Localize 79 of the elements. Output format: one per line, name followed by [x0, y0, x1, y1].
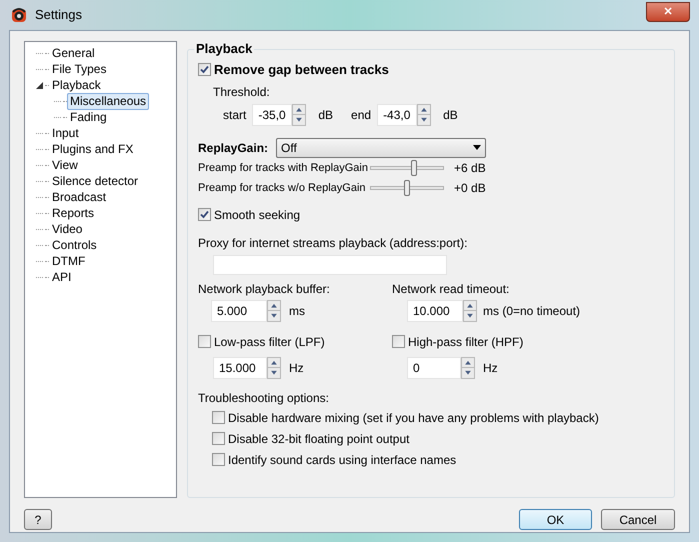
replaygain-label: ReplayGain:	[198, 140, 268, 156]
spin-buttons[interactable]	[417, 104, 432, 126]
tree-item[interactable]: DTMF	[49, 252, 88, 270]
proxy-field[interactable]	[213, 254, 447, 274]
number-field[interactable]: 5.000	[211, 300, 267, 322]
timeout-label: Network read timeout:	[392, 280, 510, 298]
checkbox[interactable]	[198, 63, 211, 76]
checkbox-label: High-pass filter (HPF)	[408, 334, 524, 350]
proxy-label: Proxy for internet streams playback (address:port):	[198, 234, 468, 252]
unit-label: Hz	[483, 360, 498, 376]
checkbox[interactable]	[392, 335, 405, 348]
tree-item[interactable]: Silence detector	[49, 172, 142, 190]
help-button[interactable]: ?	[24, 509, 52, 530]
checkbox[interactable]	[198, 208, 211, 221]
spin-buttons[interactable]	[292, 104, 306, 126]
checkbox-label: Disable hardware mixing (set if you have any problems with playback)	[228, 410, 599, 426]
unit-label: dB	[443, 106, 458, 124]
tree-item[interactable]: Broadcast	[49, 188, 110, 206]
tree-item[interactable]: Input	[49, 124, 82, 142]
app-logo-icon	[10, 6, 28, 24]
number-field[interactable]: 0	[407, 356, 461, 378]
tree-item[interactable]: Controls	[49, 236, 100, 254]
tree-item[interactable]: Reports	[49, 204, 98, 222]
slider-thumb[interactable]	[404, 180, 410, 196]
tree-item[interactable]: Plugins and FX	[49, 140, 136, 158]
tree-item[interactable]: Playback	[49, 76, 104, 94]
replaygain-dropdown[interactable]: Off	[276, 138, 486, 158]
expander-icon[interactable]	[36, 82, 43, 88]
number-field[interactable]: 15.000	[213, 356, 267, 378]
ok-button[interactable]: OK	[519, 509, 592, 530]
unit-label: ms	[289, 302, 305, 320]
spin-buttons[interactable]	[267, 356, 281, 378]
down-arrow-icon	[464, 310, 476, 320]
down-arrow-icon	[462, 367, 474, 378]
tree-item[interactable]: Video	[49, 220, 86, 238]
window-title: Settings	[35, 6, 82, 24]
cancel-button[interactable]: Cancel	[601, 509, 675, 530]
checkmark-icon	[200, 210, 209, 219]
spin-buttons[interactable]	[461, 356, 475, 378]
unit-label: Hz	[289, 360, 304, 376]
tree-item[interactable]: Fading	[67, 108, 110, 126]
spin-buttons[interactable]	[463, 300, 477, 322]
buffer-label: Network playback buffer:	[198, 280, 331, 298]
threshold-label: Threshold:	[213, 84, 271, 100]
tree-item[interactable]: File Types	[49, 60, 110, 78]
group-title: Playback	[194, 41, 254, 57]
number-field[interactable]: -35,0	[252, 104, 292, 126]
preamp-reading: +0 dB	[454, 180, 486, 197]
checkbox[interactable]	[198, 335, 211, 348]
down-arrow-icon	[268, 310, 280, 320]
down-arrow-icon	[293, 114, 306, 124]
checkbox-label: Low-pass filter (LPF)	[214, 334, 325, 350]
preamp-label: Preamp for tracks w/o ReplayGain	[198, 180, 367, 196]
preamp-label: Preamp for tracks with ReplayGain	[198, 160, 369, 176]
preamp-reading: +6 dB	[454, 160, 486, 177]
checkbox-label: Identify sound cards using interface names	[228, 452, 456, 468]
checkbox[interactable]	[212, 411, 225, 424]
tree-item[interactable]: API	[49, 268, 74, 286]
checkbox-label: Smooth seeking	[214, 206, 300, 224]
number-field[interactable]: -43,0	[377, 104, 418, 126]
dropdown-arrow-icon	[473, 145, 482, 150]
unit-label: dB	[318, 106, 334, 124]
checkbox[interactable]	[212, 453, 225, 466]
down-arrow-icon	[418, 114, 430, 124]
checkmark-icon	[200, 65, 209, 74]
troubleshooting-label: Troubleshooting options:	[198, 390, 330, 406]
tree-item[interactable]: View	[49, 156, 81, 174]
down-arrow-icon	[268, 367, 280, 378]
start-label: start	[223, 106, 246, 124]
tree-item[interactable]: Miscellaneous	[67, 92, 150, 110]
checkbox-label: Disable 32-bit floating point output	[228, 430, 410, 448]
checkbox-label: Remove gap between tracks	[214, 61, 389, 79]
slider-thumb[interactable]	[411, 160, 418, 176]
checkbox[interactable]	[212, 432, 225, 445]
end-label: end	[351, 106, 372, 124]
tree-item[interactable]: General	[49, 44, 98, 62]
spin-buttons[interactable]	[267, 300, 281, 322]
number-field[interactable]: 10.000	[407, 300, 463, 322]
unit-label: ms (0=no timeout)	[483, 302, 580, 320]
